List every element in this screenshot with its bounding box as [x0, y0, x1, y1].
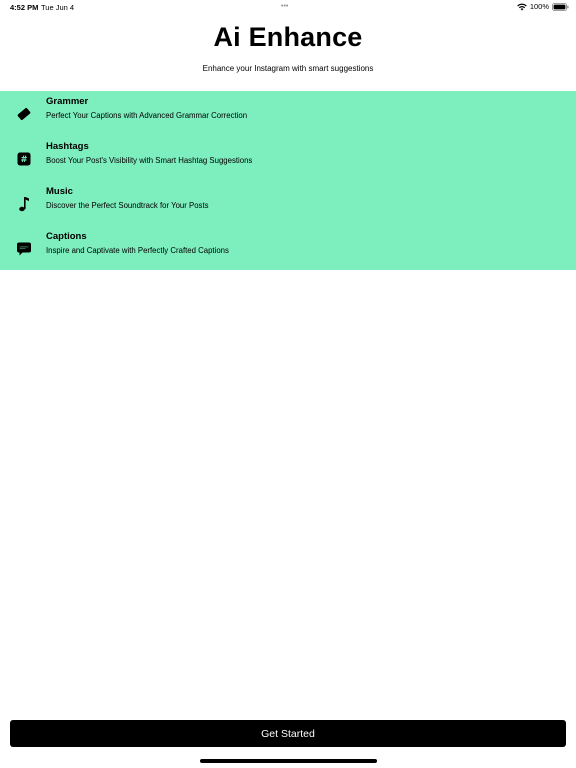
status-date: Tue Jun 4 — [41, 3, 75, 12]
feature-item-music: Music Discover the Perfect Soundtrack fo… — [0, 181, 576, 226]
eraser-icon — [15, 105, 33, 123]
feature-description: Boost Your Post's Visibility with Smart … — [46, 156, 253, 165]
music-note-icon — [15, 195, 33, 213]
status-time: 4:52 PM — [10, 3, 39, 12]
feature-list: Grammer Perfect Your Captions with Advan… — [0, 91, 576, 270]
wifi-icon — [517, 3, 527, 11]
feature-item-hashtags: # Hashtags Boost Your Post's Visibility … — [0, 136, 576, 181]
battery-icon — [552, 2, 569, 11]
status-indicators: 100% — [517, 2, 569, 11]
feature-title: Hashtags — [46, 141, 89, 152]
feature-item-grammer: Grammer Perfect Your Captions with Advan… — [0, 91, 576, 136]
battery-percent: 100% — [529, 2, 549, 11]
hashtag-icon: # — [15, 150, 33, 168]
svg-text:#: # — [20, 155, 27, 165]
feature-description: Inspire and Captivate with Perfectly Cra… — [46, 246, 229, 255]
app-screen: 4:52 PM Tue Jun 4 ••• 100% Ai Enhance En… — [0, 0, 576, 768]
feature-title: Grammer — [46, 96, 89, 107]
feature-title: Music — [46, 186, 73, 197]
page-title: Ai Enhance — [213, 22, 363, 52]
speech-bubble-icon — [15, 240, 33, 258]
feature-description: Perfect Your Captions with Advanced Gram… — [46, 111, 248, 120]
page-subtitle: Enhance your Instagram with smart sugges… — [202, 64, 374, 73]
feature-item-captions: Captions Inspire and Captivate with Perf… — [0, 226, 576, 271]
feature-title: Captions — [46, 231, 87, 242]
get-started-button[interactable]: Get Started — [10, 720, 566, 747]
status-bar: 4:52 PM Tue Jun 4 ••• 100% — [0, 0, 576, 14]
home-indicator[interactable] — [200, 759, 377, 763]
multitasking-dots[interactable]: ••• — [281, 3, 288, 10]
feature-description: Discover the Perfect Soundtrack for Your… — [46, 201, 209, 210]
